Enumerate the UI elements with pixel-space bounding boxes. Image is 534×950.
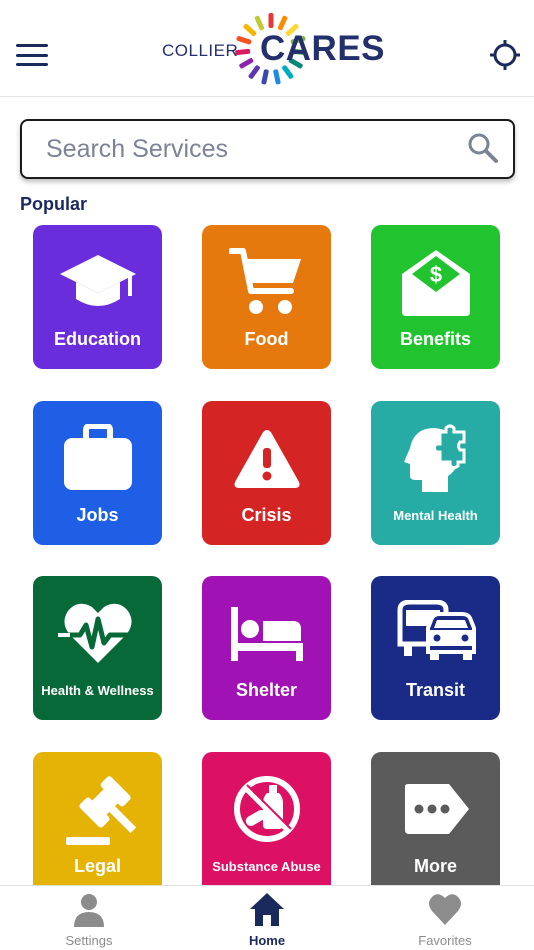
- home-icon: [250, 893, 284, 926]
- tile-label: Shelter: [235, 680, 298, 700]
- svg-text:$: $: [429, 262, 441, 287]
- logo-text-cares: CARES: [260, 29, 386, 68]
- collier-cares-logo: COLLIER CARES: [160, 12, 385, 90]
- shopping-cart-icon: [228, 248, 301, 314]
- app-header: COLLIER CARES: [0, 0, 534, 97]
- logo-text-collier: COLLIER: [162, 41, 239, 60]
- heart-pulse-icon: [57, 603, 132, 663]
- tile-label: Crisis: [241, 505, 292, 525]
- crosshair-location-icon[interactable]: [488, 38, 522, 72]
- more-tag-icon: [404, 784, 469, 834]
- briefcase-icon: [63, 424, 132, 490]
- section-title-popular: Popular: [20, 194, 88, 214]
- tile-health-wellness[interactable]: Health & Wellness: [33, 576, 162, 720]
- search-box: [20, 119, 515, 179]
- tile-benefits[interactable]: $ Benefits: [371, 225, 500, 369]
- tile-mental-health[interactable]: Mental Health: [371, 401, 500, 545]
- hamburger-menu-icon[interactable]: [12, 38, 52, 72]
- tile-label: Education: [53, 329, 141, 349]
- tile-label: Transit: [405, 680, 466, 700]
- graduation-cap-icon: [59, 255, 136, 306]
- tile-legal[interactable]: Legal: [33, 752, 162, 896]
- tile-crisis[interactable]: Crisis: [202, 401, 331, 545]
- tile-label: Food: [244, 329, 289, 349]
- tab-home[interactable]: Home: [178, 886, 356, 950]
- tile-shelter[interactable]: Shelter: [202, 576, 331, 720]
- warning-triangle-icon: [234, 430, 299, 488]
- tab-label: Home: [248, 933, 286, 948]
- tab-settings[interactable]: Settings: [0, 886, 178, 950]
- tile-transit[interactable]: Transit: [371, 576, 500, 720]
- search-input[interactable]: [46, 131, 466, 167]
- bus-car-icon: [397, 600, 476, 660]
- tab-favorites[interactable]: Favorites: [356, 886, 534, 950]
- tile-label: More: [413, 856, 457, 876]
- tab-label: Settings: [65, 933, 113, 948]
- search-icon[interactable]: [466, 131, 500, 165]
- tile-label: Jobs: [76, 505, 119, 525]
- tile-label: Substance Abuse: [212, 859, 321, 874]
- tile-label: Legal: [73, 856, 121, 876]
- person-icon: [74, 894, 104, 927]
- no-drugs-icon: [233, 776, 300, 842]
- bed-icon: [230, 607, 303, 661]
- tile-label: Mental Health: [393, 508, 478, 523]
- tile-more[interactable]: More: [371, 752, 500, 896]
- tile-food[interactable]: Food: [202, 225, 331, 369]
- tile-jobs[interactable]: Jobs: [33, 401, 162, 545]
- head-puzzle-icon: [403, 424, 465, 492]
- tile-label: Benefits: [399, 329, 471, 349]
- tab-label: Favorites: [418, 933, 472, 948]
- tile-label: Health & Wellness: [41, 683, 154, 698]
- bottom-tab-bar: Settings Home Favorites: [0, 885, 534, 950]
- gavel-icon: [65, 776, 136, 845]
- tile-substance-abuse[interactable]: Substance Abuse: [202, 752, 331, 896]
- tile-education[interactable]: Education: [33, 225, 162, 369]
- heart-icon: [429, 894, 461, 925]
- money-envelope-icon: $: [401, 250, 470, 316]
